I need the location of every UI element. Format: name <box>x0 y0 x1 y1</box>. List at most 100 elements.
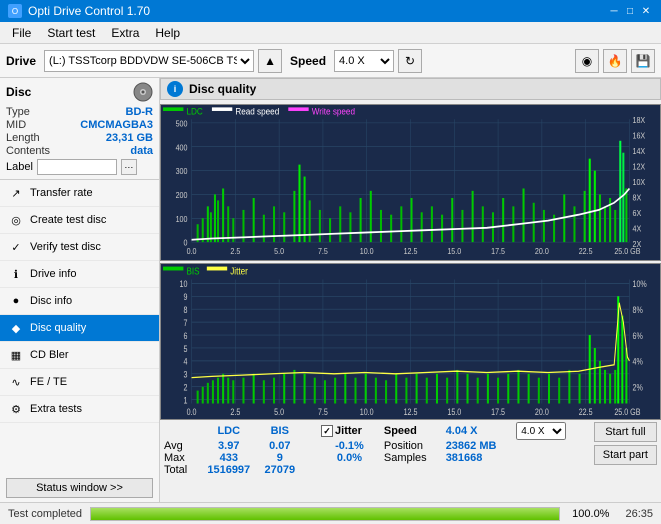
svg-text:7: 7 <box>184 318 188 328</box>
burn-button[interactable]: 🔥 <box>603 49 627 73</box>
svg-text:100: 100 <box>176 214 188 224</box>
total-row: Total 1516997 27079 <box>164 464 586 476</box>
avg-bis: 0.07 <box>259 440 302 452</box>
disc-icon <box>133 82 153 102</box>
svg-text:25.0 GB: 25.0 GB <box>614 247 640 257</box>
start-full-button[interactable]: Start full <box>594 422 657 442</box>
scan-button[interactable]: ◉ <box>575 49 599 73</box>
max-row: Max 433 9 0.0% Samples 381668 <box>164 452 586 464</box>
create-test-disc-label: Create test disc <box>30 214 106 226</box>
svg-text:2: 2 <box>184 383 188 393</box>
panel-header: i Disc quality <box>160 78 661 100</box>
max-jitter: 0.0% <box>321 452 378 464</box>
extra-tests-label: Extra tests <box>30 403 82 415</box>
total-ldc: 1516997 <box>199 464 259 476</box>
titlebar: O Opti Drive Control 1.70 ─ □ ✕ <box>0 0 661 22</box>
ldc-chart: LDC Read speed Write speed <box>160 104 661 261</box>
refresh-button[interactable]: ↻ <box>398 49 422 73</box>
fe-te-icon: ∿ <box>8 374 24 390</box>
svg-text:400: 400 <box>176 143 188 153</box>
status-time: 26:35 <box>625 508 653 520</box>
start-part-button[interactable]: Start part <box>594 445 657 465</box>
drive-info-label: Drive info <box>30 268 76 280</box>
svg-text:4: 4 <box>184 357 188 367</box>
verify-test-disc-icon: ✓ <box>8 239 24 255</box>
svg-text:500: 500 <box>176 119 188 129</box>
create-test-disc-icon: ◎ <box>8 212 24 228</box>
svg-text:6%: 6% <box>633 331 643 341</box>
sidebar-item-fe-te[interactable]: ∿ FE / TE <box>0 369 159 396</box>
length-value: 23,31 GB <box>106 132 153 144</box>
svg-text:10%: 10% <box>633 279 647 289</box>
jitter-header: ✓ Jitter <box>321 422 378 440</box>
svg-text:25.0 GB: 25.0 GB <box>614 407 640 417</box>
menubar: File Start test Extra Help <box>0 22 661 44</box>
charts-area: LDC Read speed Write speed <box>160 104 661 420</box>
svg-text:8: 8 <box>184 305 188 315</box>
svg-text:16X: 16X <box>633 131 646 141</box>
svg-text:20.0: 20.0 <box>535 407 549 417</box>
position-label: Position <box>378 440 446 452</box>
speed-dropdown[interactable]: 4.0 X <box>516 422 566 440</box>
svg-text:300: 300 <box>176 167 188 177</box>
svg-text:1: 1 <box>184 396 188 406</box>
svg-text:12X: 12X <box>633 162 646 172</box>
sidebar-item-transfer-rate[interactable]: ↗ Transfer rate <box>0 180 159 207</box>
menu-start-test[interactable]: Start test <box>39 24 103 42</box>
svg-text:BIS: BIS <box>186 265 199 276</box>
sidebar-item-disc-info[interactable]: ● Disc info <box>0 288 159 315</box>
sidebar-item-create-test-disc[interactable]: ◎ Create test disc <box>0 207 159 234</box>
svg-text:5.0: 5.0 <box>274 407 284 417</box>
sidebar-item-drive-info[interactable]: ℹ Drive info <box>0 261 159 288</box>
svg-text:17.5: 17.5 <box>491 407 505 417</box>
close-button[interactable]: ✕ <box>639 4 653 18</box>
samples-value: 381668 <box>446 452 517 464</box>
panel-icon: i <box>167 81 183 97</box>
speed-header-label: Speed <box>378 422 446 440</box>
sidebar-item-extra-tests[interactable]: ⚙ Extra tests <box>0 396 159 423</box>
minimize-button[interactable]: ─ <box>607 4 621 18</box>
avg-jitter: -0.1% <box>321 440 378 452</box>
avg-ldc: 3.97 <box>199 440 259 452</box>
disc-panel: Disc Type BD-R MID CMCMAGBA3 Length <box>0 78 159 180</box>
svg-text:Jitter: Jitter <box>230 265 248 276</box>
svg-text:14X: 14X <box>633 146 646 156</box>
label-browse-button[interactable]: ⋯ <box>121 159 137 175</box>
maximize-button[interactable]: □ <box>623 4 637 18</box>
speed-select[interactable]: 4.0 X <box>334 50 394 72</box>
svg-text:0.0: 0.0 <box>187 247 197 257</box>
type-label: Type <box>6 106 30 118</box>
disc-quality-icon: ◆ <box>8 320 24 336</box>
sidebar-item-cd-bler[interactable]: ▦ CD Bler <box>0 342 159 369</box>
app-title: Opti Drive Control 1.70 <box>28 4 150 18</box>
drive-select[interactable]: (L:) TSSTcorp BDDVDW SE-506CB TS02 <box>44 50 254 72</box>
label-input[interactable] <box>37 159 117 175</box>
type-value: BD-R <box>126 106 154 118</box>
status-window-button[interactable]: Status window >> <box>6 478 153 498</box>
svg-text:15.0: 15.0 <box>447 247 461 257</box>
svg-text:10: 10 <box>180 279 188 289</box>
eject-button[interactable]: ▲ <box>258 49 282 73</box>
contents-label: Contents <box>6 145 50 157</box>
svg-text:2%: 2% <box>633 383 643 393</box>
jitter-checkbox[interactable]: ✓ <box>321 425 333 437</box>
svg-text:10.0: 10.0 <box>360 247 374 257</box>
contents-value: data <box>130 145 153 157</box>
svg-text:0.0: 0.0 <box>187 407 197 417</box>
sidebar-item-verify-test-disc[interactable]: ✓ Verify test disc <box>0 234 159 261</box>
avg-label: Avg <box>164 440 199 452</box>
menu-file[interactable]: File <box>4 24 39 42</box>
total-bis: 27079 <box>259 464 302 476</box>
svg-text:12.5: 12.5 <box>404 407 418 417</box>
svg-text:8%: 8% <box>633 305 643 315</box>
fe-te-label: FE / TE <box>30 376 67 388</box>
svg-text:8X: 8X <box>633 193 642 203</box>
panel-title: Disc quality <box>189 82 256 96</box>
menu-extra[interactable]: Extra <box>103 24 147 42</box>
bis-header: BIS <box>259 422 302 440</box>
svg-text:6X: 6X <box>633 208 642 218</box>
sidebar-item-disc-quality[interactable]: ◆ Disc quality <box>0 315 159 342</box>
menu-help[interactable]: Help <box>147 24 188 42</box>
extra-tests-icon: ⚙ <box>8 401 24 417</box>
save-button[interactable]: 💾 <box>631 49 655 73</box>
